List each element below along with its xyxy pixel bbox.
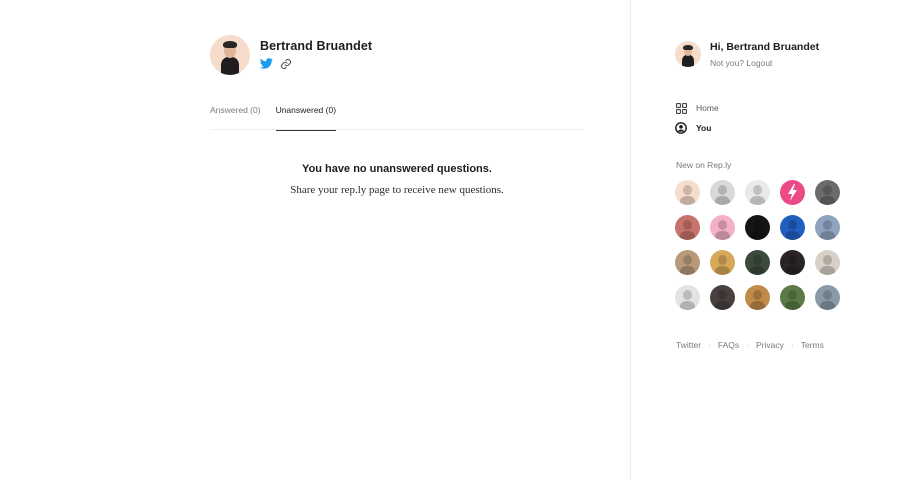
tab-unanswered[interactable]: Unanswered (0) <box>275 101 337 131</box>
footer-separator: · <box>790 340 794 350</box>
new-user-avatar[interactable] <box>745 215 770 240</box>
greeting-block: Hi, Bertrand Bruandet Not you? Logout <box>675 41 819 68</box>
empty-state-subtitle: Share your rep.ly page to receive new qu… <box>290 184 504 196</box>
twitter-icon[interactable] <box>260 57 273 70</box>
new-user-avatar[interactable] <box>815 285 840 310</box>
greeting-name: Hi, Bertrand Bruandet <box>710 41 820 53</box>
footer-separator: · <box>708 340 711 350</box>
sidebar: Hi, Bertrand Bruandet Not you? Logout Ho… <box>631 0 900 479</box>
new-user-avatar[interactable] <box>780 180 805 205</box>
new-user-avatar[interactable] <box>815 215 840 240</box>
tab-answered[interactable]: Answered (0) <box>210 101 261 130</box>
profile-avatar <box>210 35 250 75</box>
sidebar-item-home[interactable]: Home <box>675 98 719 118</box>
new-user-avatar[interactable] <box>675 180 700 205</box>
user-circle-icon <box>675 122 687 134</box>
profile-header: Bertrand Bruandet <box>210 35 372 75</box>
new-user-avatar[interactable] <box>675 215 700 240</box>
profile-name: Bertrand Bruandet <box>260 39 373 53</box>
user-avatar[interactable] <box>675 41 701 67</box>
empty-state-title: You have no unanswered questions. <box>302 163 492 175</box>
footer-separator: · <box>746 340 749 350</box>
new-user-avatar[interactable] <box>675 250 700 275</box>
new-user-avatar[interactable] <box>710 250 735 275</box>
sidebar-item-label: Home <box>696 103 719 113</box>
footer-link-twitter[interactable]: Twitter <box>676 340 701 350</box>
logout-link[interactable]: Logout <box>746 58 772 68</box>
new-user-avatar[interactable] <box>780 215 805 240</box>
footer-link-privacy[interactable]: Privacy <box>756 340 784 350</box>
new-user-avatar[interactable] <box>745 250 770 275</box>
sidebar-item-label: You <box>696 123 712 133</box>
new-users-grid <box>675 180 845 310</box>
footer-links: Twitter · FAQs · Privacy · Terms <box>676 340 824 350</box>
new-user-avatar[interactable] <box>780 285 805 310</box>
new-user-avatar[interactable] <box>745 285 770 310</box>
new-user-avatar[interactable] <box>710 180 735 205</box>
main-content: Bertrand Bruandet Answered (0) Unanswere… <box>0 0 630 479</box>
new-user-avatar[interactable] <box>745 180 770 205</box>
new-user-avatar[interactable] <box>780 250 805 275</box>
new-user-avatar[interactable] <box>815 250 840 275</box>
new-user-avatar[interactable] <box>815 180 840 205</box>
new-user-avatar[interactable] <box>710 215 735 240</box>
link-icon[interactable] <box>279 57 292 70</box>
new-on-reply-title: New on Rep.ly <box>676 160 732 170</box>
grid-icon <box>675 102 687 114</box>
footer-link-faqs[interactable]: FAQs <box>718 340 739 350</box>
sidebar-item-you[interactable]: You <box>675 118 719 138</box>
question-tabs: Answered (0) Unanswered (0) <box>210 101 584 131</box>
not-you-text: Not you? <box>710 58 745 68</box>
sidebar-nav: Home You <box>675 98 719 138</box>
footer-link-terms[interactable]: Terms <box>801 340 824 350</box>
new-user-avatar[interactable] <box>675 285 700 310</box>
new-user-avatar[interactable] <box>710 285 735 310</box>
